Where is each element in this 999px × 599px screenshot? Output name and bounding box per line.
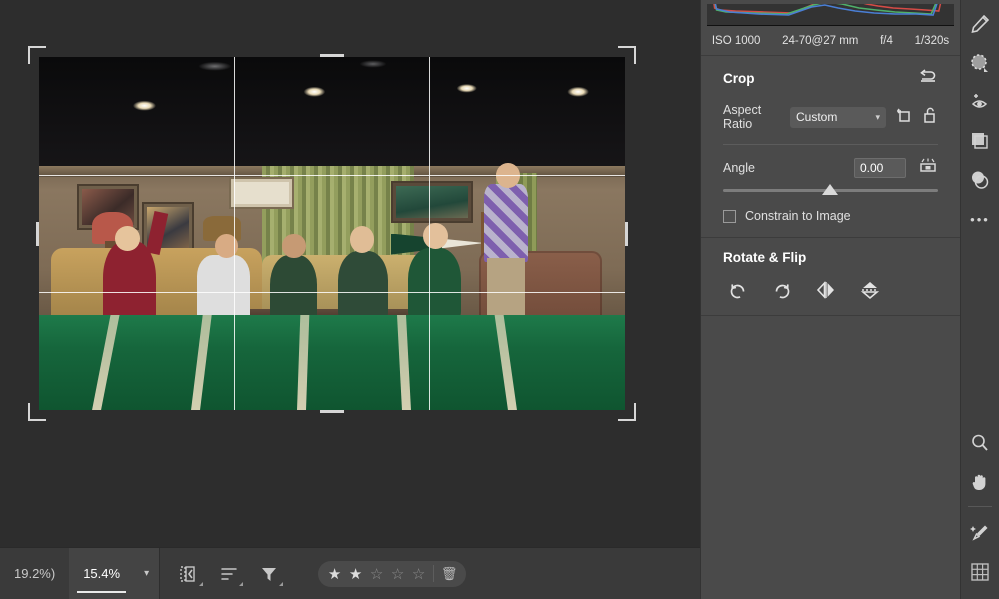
yard-line (91, 314, 120, 410)
star-1[interactable]: ★ (324, 565, 345, 583)
crop-panel-header: Crop (723, 68, 938, 89)
crop-handle-left[interactable] (36, 221, 39, 246)
angle-value-field[interactable]: 0.00 (854, 157, 906, 178)
actor-red-sweater-head (115, 226, 140, 252)
stage-scene (39, 57, 625, 410)
actor-packers-shirt-center-head (349, 226, 375, 253)
star-2[interactable]: ★ (345, 565, 366, 583)
photo-preview (39, 57, 625, 410)
crop-handle-bottom[interactable] (320, 410, 344, 413)
crop-handle-bottom-left[interactable] (28, 403, 46, 421)
actor-argyle-vest (484, 184, 529, 262)
right-tool-strip: ••• (960, 0, 999, 599)
actor-argyle-vest-head (496, 162, 520, 188)
exif-bar: ISO 1000 24-70@27 mm f/4 1/320s (701, 26, 960, 56)
rotate-crop-icon[interactable] (895, 106, 913, 129)
trash-icon[interactable]: 🗑 (438, 566, 460, 582)
chevron-down-icon[interactable]: ▾ (134, 548, 160, 599)
aspect-ratio-label: Aspect Ratio (723, 103, 762, 131)
angle-row: Angle 0.00 (723, 156, 938, 179)
flip-vertical-icon[interactable] (859, 279, 881, 301)
exif-iso: ISO 1000 (711, 34, 761, 47)
yard-line (494, 314, 517, 410)
aspect-ratio-select[interactable]: Custom ▾ (790, 106, 886, 128)
actor-green-sweatshirt-left-head (282, 233, 306, 259)
filter-icon[interactable] (258, 563, 284, 586)
divider (433, 565, 435, 582)
brush-icon[interactable] (965, 9, 995, 39)
angle-slider-knob[interactable] (821, 184, 838, 195)
ellipsis-icon[interactable]: ••• (965, 204, 995, 234)
wall-stadium-picture (390, 180, 473, 223)
crop-panel-title: Crop (723, 71, 755, 86)
crop-region[interactable] (28, 46, 636, 421)
rating-stars[interactable]: ★ ★ ☆ ☆ ☆ 🗑 (318, 560, 467, 587)
zoom-controls: 19.2%) 15.4% ▾ (0, 548, 160, 599)
constrain-to-image-row[interactable]: Constrain to Image (723, 209, 938, 223)
crop-handle-top[interactable] (320, 54, 344, 57)
image-canvas[interactable] (0, 0, 700, 547)
rotate-flip-header: Rotate & Flip (723, 250, 938, 265)
yard-line (296, 314, 310, 410)
exif-aperture: f/4 (880, 34, 893, 47)
aspect-ratio-row: Aspect Ratio Custom ▾ (723, 103, 938, 131)
crop-panel: Crop Aspect Ratio Custom ▾ Angle 0.00 Co… (701, 56, 960, 238)
rotate-flip-title: Rotate & Flip (723, 250, 807, 265)
exif-lens: 24-70@27 mm (782, 34, 859, 47)
aspect-ratio-value: Custom (796, 110, 838, 124)
wall-sign (229, 177, 294, 209)
filmstrip-toggle-icon[interactable] (178, 563, 204, 586)
exif-shutter: 1/320s (914, 34, 950, 47)
zoom-previous-value[interactable]: 19.2%) (0, 548, 69, 599)
star-3[interactable]: ☆ (366, 565, 387, 583)
flip-horizontal-icon[interactable] (815, 279, 837, 301)
rotate-cw-icon[interactable] (771, 279, 793, 301)
constrain-checkbox[interactable] (723, 209, 736, 223)
zoom-current-value[interactable]: 15.4% (69, 548, 135, 599)
yard-line (397, 314, 412, 410)
angle-slider[interactable] (723, 183, 938, 197)
grid-icon[interactable] (965, 557, 995, 587)
reset-arrow-icon[interactable] (918, 68, 938, 89)
yard-line (191, 314, 213, 410)
chevron-down-icon: ▾ (875, 111, 880, 122)
angle-label: Angle (723, 160, 755, 175)
histogram (707, 4, 954, 26)
dotted-circle-icon[interactable] (965, 48, 995, 78)
rotate-flip-buttons (723, 279, 938, 301)
star-4[interactable]: ☆ (387, 565, 408, 583)
unlock-icon[interactable] (922, 106, 938, 129)
actor-jersey-82 (408, 247, 461, 326)
auto-straighten-icon[interactable] (918, 156, 938, 179)
constrain-label: Constrain to Image (745, 209, 851, 223)
photo-editor-window: 19.2%) 15.4% ▾ ★ ★ ☆ ☆ ☆ 🗑 ISO 1000 24-7… (0, 0, 999, 599)
view-tools (160, 563, 298, 586)
mask-circle-icon[interactable] (965, 165, 995, 195)
divider (968, 506, 992, 507)
rotate-flip-panel: Rotate & Flip (701, 238, 960, 316)
crop-handle-top-left[interactable] (28, 46, 46, 64)
divider (723, 144, 938, 145)
sort-icon[interactable] (218, 563, 244, 586)
magnifier-icon[interactable] (965, 428, 995, 458)
scene-ceiling-lights (39, 57, 625, 174)
star-5[interactable]: ☆ (408, 565, 429, 583)
eye-plus-icon[interactable] (965, 87, 995, 117)
hand-icon[interactable] (965, 467, 995, 497)
right-panel: ISO 1000 24-70@27 mm f/4 1/320s Crop Asp… (700, 0, 960, 599)
eyedropper-icon[interactable] (965, 518, 995, 548)
crop-handle-top-right[interactable] (618, 46, 636, 64)
scene-floor (39, 314, 625, 410)
crop-handle-right[interactable] (625, 221, 628, 246)
crop-handle-bottom-right[interactable] (618, 403, 636, 421)
layers-icon[interactable] (965, 126, 995, 156)
rotate-ccw-icon[interactable] (727, 279, 749, 301)
